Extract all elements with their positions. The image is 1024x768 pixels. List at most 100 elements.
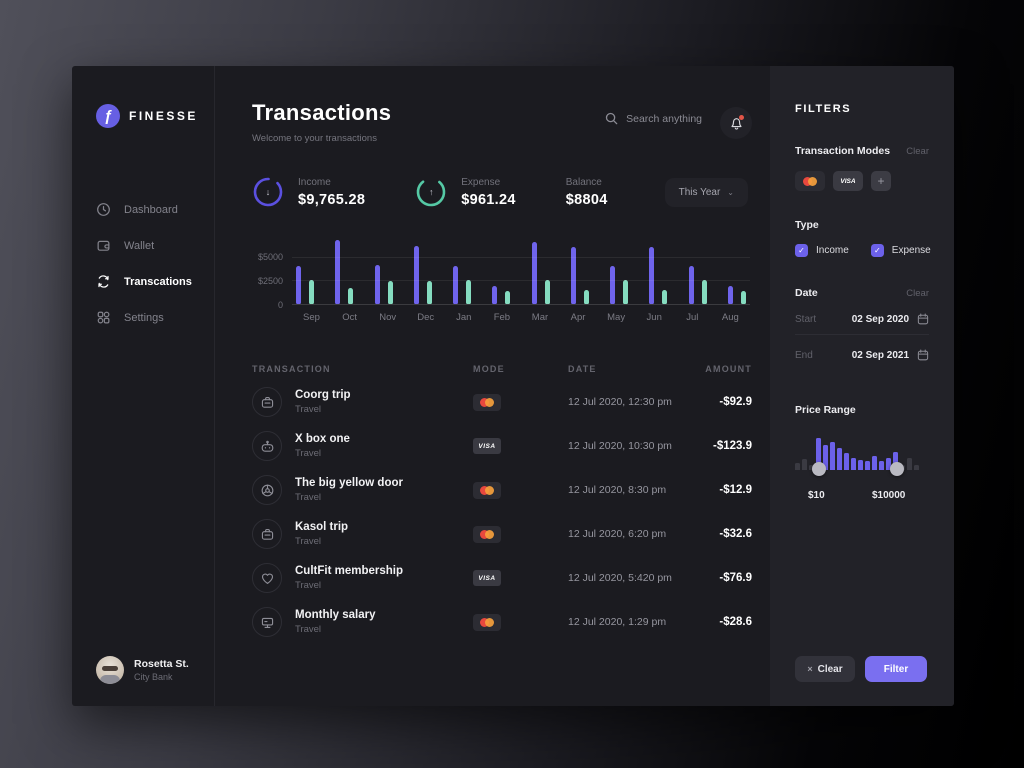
sidebar-item-settings[interactable]: Settings xyxy=(96,310,214,325)
transaction-category: Travel xyxy=(295,536,348,547)
income-bar xyxy=(532,242,537,304)
chart-bar-group-dec[interactable] xyxy=(414,246,432,304)
visa-badge: VISA xyxy=(473,570,501,586)
main-content: Transactions Welcome to your transaction… xyxy=(215,66,770,706)
chart-gridline: $2500 xyxy=(292,280,750,281)
calendar-icon[interactable] xyxy=(917,313,929,325)
transaction-mode: VISA xyxy=(473,438,568,454)
expense-bar xyxy=(662,290,667,304)
checkbox-icon: ✓ xyxy=(871,244,884,257)
table-header: TRANSACTIONMODEDATEAMOUNT xyxy=(252,364,752,374)
chart-bar-group-sep[interactable] xyxy=(296,266,314,304)
histogram-bar xyxy=(872,456,877,470)
game-console-icon xyxy=(252,431,282,461)
stat-ring: ↓ xyxy=(252,176,284,208)
expense-bar xyxy=(505,291,510,304)
price-max-label: $10000 xyxy=(872,490,905,501)
transaction-mode xyxy=(473,526,568,543)
sidebar-item-transcations[interactable]: Transcations xyxy=(96,274,214,289)
brand-name: FINESSE xyxy=(129,109,198,123)
chart-bar-group-feb[interactable] xyxy=(492,286,510,304)
sidebar-item-label: Transcations xyxy=(124,276,192,288)
chart-bar-group-oct[interactable] xyxy=(335,240,353,304)
income-bar xyxy=(571,247,576,304)
chart-plot-area: $5000$25000 xyxy=(292,238,750,304)
user-profile[interactable]: Rosetta St. City Bank xyxy=(96,656,214,684)
table-row[interactable]: CultFit membershipTravelVISA12 Jul 2020,… xyxy=(252,556,752,600)
date-end-field[interactable]: End 02 Sep 2021 xyxy=(795,349,929,370)
expense-bar xyxy=(545,280,550,304)
date-clear-link[interactable]: Clear xyxy=(906,288,929,299)
modes-clear-link[interactable]: Clear xyxy=(906,146,929,157)
expense-bar xyxy=(309,280,314,304)
x-axis-label: Sep xyxy=(293,312,330,323)
expense-bar xyxy=(741,291,746,304)
mastercard-chip[interactable] xyxy=(795,171,825,191)
x-axis-label: Jul xyxy=(674,312,711,323)
range-handle-min[interactable] xyxy=(812,462,826,476)
chart-bar-group-jun[interactable] xyxy=(649,247,667,304)
transaction-category: Travel xyxy=(295,448,350,459)
notifications-button[interactable] xyxy=(720,107,752,139)
transactions-icon xyxy=(96,274,111,289)
income-bar xyxy=(453,266,458,304)
table-row[interactable]: Kasol tripTravel12 Jul 2020, 6:20 pm-$32… xyxy=(252,512,752,556)
price-range-label: Price Range xyxy=(795,404,929,416)
histogram-bar xyxy=(795,463,800,470)
period-selector[interactable]: This Year ⌄ xyxy=(665,178,748,207)
filters-panel: FILTERS Transaction Modes Clear VISA+ Ty… xyxy=(770,66,954,706)
chart-bar-group-nov[interactable] xyxy=(375,265,393,304)
mastercard-badge xyxy=(473,482,501,499)
transaction-amount: -$28.6 xyxy=(680,616,752,628)
transaction-amount: -$123.9 xyxy=(680,440,752,452)
visa-chip[interactable]: VISA xyxy=(833,171,863,191)
type-checkbox-income[interactable]: ✓Income xyxy=(795,244,849,257)
histogram-bar xyxy=(858,460,863,470)
table-row[interactable]: The big yellow doorTravel12 Jul 2020, 8:… xyxy=(252,468,752,512)
sidebar: ƒ FINESSE DashboardWalletTranscationsSet… xyxy=(72,66,215,706)
search-input[interactable]: Search anything xyxy=(605,107,702,125)
chevron-down-icon: ⌄ xyxy=(727,188,734,197)
column-header-mode: MODE xyxy=(473,364,568,374)
mastercard-icon xyxy=(803,177,817,186)
table-row[interactable]: X box oneTravelVISA12 Jul 2020, 10:30 pm… xyxy=(252,424,752,468)
transaction-title: CultFit membership xyxy=(295,565,403,577)
column-header-amount: AMOUNT xyxy=(680,364,752,374)
type-checkbox-expense[interactable]: ✓Expense xyxy=(871,244,931,257)
calendar-icon[interactable] xyxy=(917,349,929,361)
search-icon xyxy=(605,112,618,125)
chart-bar-group-apr[interactable] xyxy=(571,247,589,304)
chart-bar-group-aug[interactable] xyxy=(728,286,746,304)
sidebar-nav: Dashboard Wallet Transcations Settings xyxy=(96,202,214,325)
income-bar xyxy=(414,246,419,304)
histogram-bar xyxy=(844,453,849,470)
chart-bar-group-may[interactable] xyxy=(610,266,628,304)
type-options: ✓Income ✓Expense xyxy=(795,244,929,257)
stat-expense: ↑Expense$961.24 xyxy=(415,176,516,208)
income-bar xyxy=(728,286,733,304)
checkbox-icon: ✓ xyxy=(795,244,808,257)
sidebar-item-label: Dashboard xyxy=(124,204,178,216)
expense-bar xyxy=(348,288,353,304)
transaction-title: Kasol trip xyxy=(295,521,348,533)
transaction-amount: -$92.9 xyxy=(680,396,752,408)
chart-bar-group-mar[interactable] xyxy=(532,242,550,304)
range-handle-max[interactable] xyxy=(890,462,904,476)
sidebar-item-dashboard[interactable]: Dashboard xyxy=(96,202,214,217)
expense-bar xyxy=(388,281,393,304)
transaction-date: 12 Jul 2020, 1:29 pm xyxy=(568,616,680,628)
x-axis-label: Jan xyxy=(445,312,482,323)
chart-bar-group-jan[interactable] xyxy=(453,266,471,304)
chart-gridline: $5000 xyxy=(292,257,750,258)
date-start-field[interactable]: Start 02 Sep 2020 xyxy=(795,313,929,335)
y-axis-label: 0 xyxy=(278,300,283,310)
histogram-bar xyxy=(914,465,919,470)
clear-button[interactable]: × Clear xyxy=(795,656,855,682)
filter-button[interactable]: Filter xyxy=(865,656,927,682)
table-row[interactable]: Coorg tripTravel12 Jul 2020, 12:30 pm-$9… xyxy=(252,380,752,424)
table-row[interactable]: Monthly salaryTravel12 Jul 2020, 1:29 pm… xyxy=(252,600,752,644)
chart-bar-group-jul[interactable] xyxy=(689,266,707,304)
sidebar-item-wallet[interactable]: Wallet xyxy=(96,238,214,253)
transaction-date: 12 Jul 2020, 8:30 pm xyxy=(568,484,680,496)
add-mode-button[interactable]: + xyxy=(871,171,891,191)
